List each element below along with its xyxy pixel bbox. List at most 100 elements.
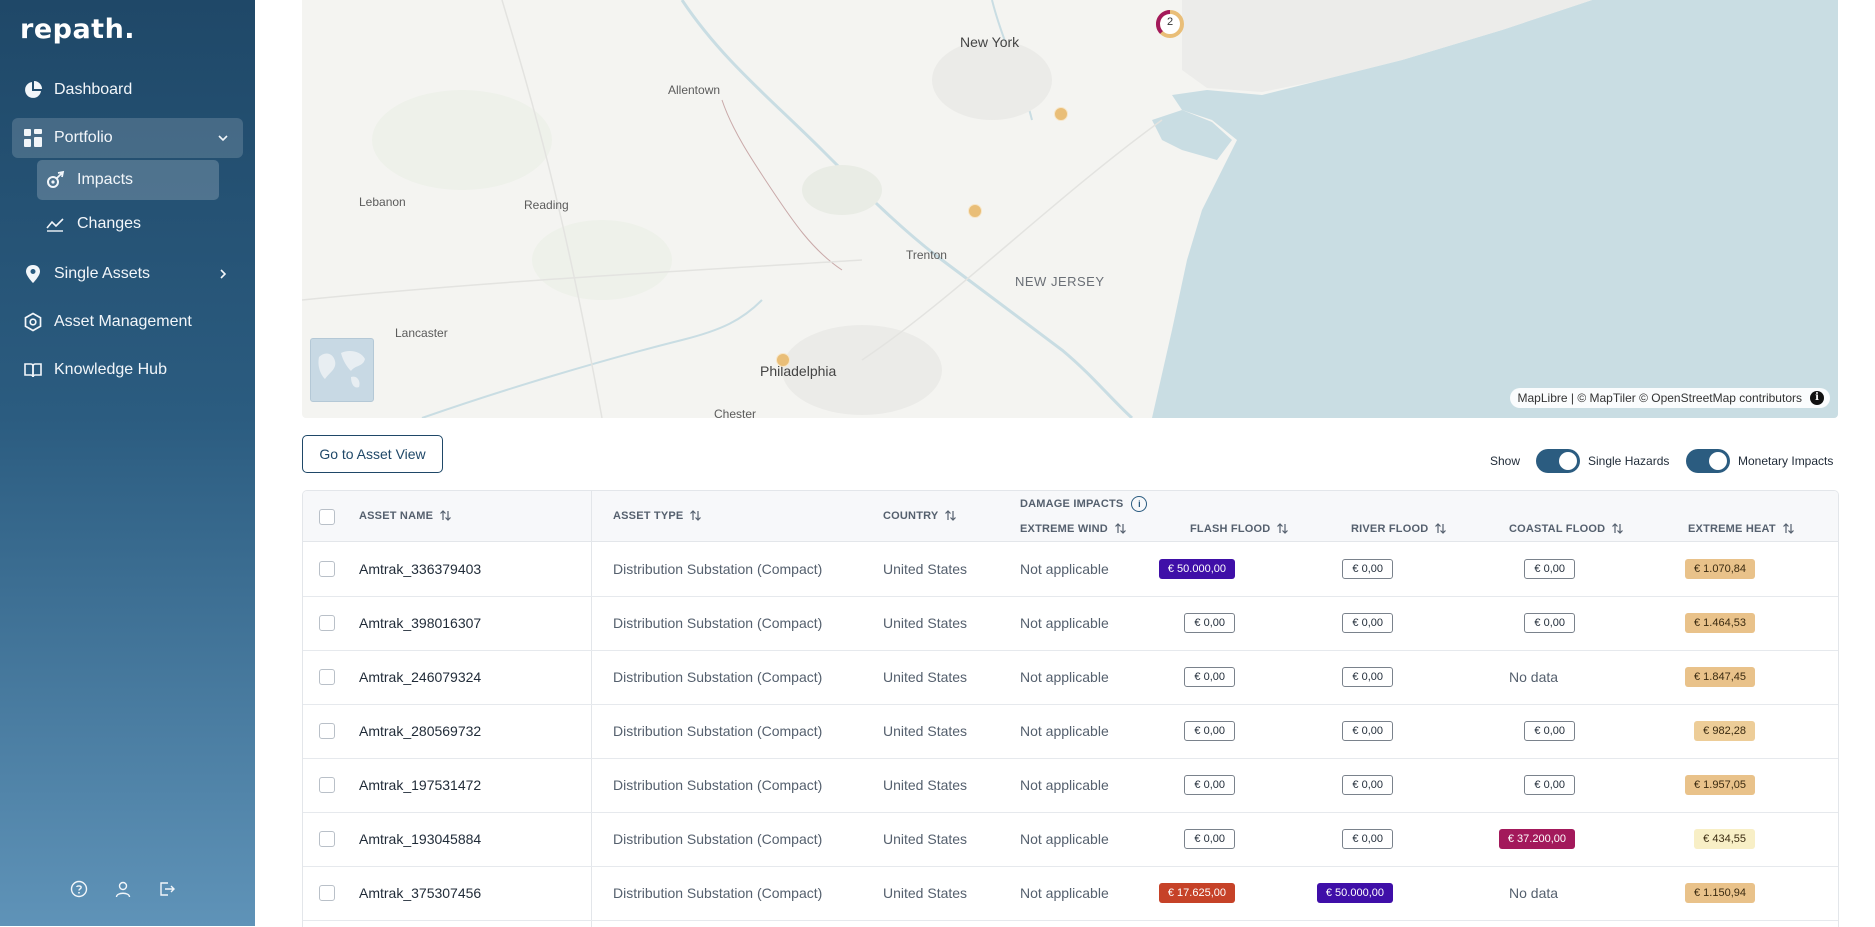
location-pin-icon xyxy=(22,263,44,285)
table-row[interactable]: Amtrak_280569732 Distribution Substation … xyxy=(303,704,1838,759)
sidebar-item-label: Single Assets xyxy=(54,265,151,282)
sidebar-item-label: Dashboard xyxy=(54,81,133,98)
info-icon[interactable]: i xyxy=(1810,391,1824,405)
asset-name-cell[interactable]: Amtrak_246079324 xyxy=(359,650,481,704)
sort-icon[interactable] xyxy=(1611,522,1624,535)
logout-icon[interactable] xyxy=(158,880,176,898)
coastal-value-badge: € 0,00 xyxy=(1524,721,1575,741)
country-cell: United States xyxy=(883,723,968,739)
book-icon xyxy=(22,359,44,381)
column-group-damage-impacts: DAMAGE IMPACTS i xyxy=(1020,496,1148,512)
coastal-value-badge: € 37.200,00 xyxy=(1498,829,1575,849)
table-row[interactable]: Amtrak_193045884 Distribution Substation … xyxy=(303,812,1838,867)
flash-value-badge: € 0,00 xyxy=(1184,667,1235,687)
monetary-impacts-toggle[interactable] xyxy=(1686,449,1730,473)
river-value-badge: € 0,00 xyxy=(1342,559,1393,579)
repath-logo[interactable]: repath. xyxy=(20,14,135,45)
sidebar-item-portfolio[interactable]: Portfolio xyxy=(12,118,243,158)
asset-type-cell: Distribution Substation (Compact) xyxy=(613,561,823,577)
row-checkbox[interactable] xyxy=(319,831,335,847)
extreme-wind-cell: Not applicable xyxy=(1020,885,1109,901)
sort-icon[interactable] xyxy=(1434,522,1447,535)
user-icon[interactable] xyxy=(114,880,132,898)
row-checkbox[interactable] xyxy=(319,885,335,901)
asset-name-cell[interactable]: Amtrak_197531472 xyxy=(359,758,481,812)
column-header-country[interactable]: COUNTRY xyxy=(883,509,957,522)
table-row[interactable]: Amtrak_336379403 Distribution Substation … xyxy=(303,542,1838,597)
extreme-wind-cell: Not applicable xyxy=(1020,615,1109,631)
sidebar: repath. Dashboard Portfolio Impacts Chan… xyxy=(0,0,255,926)
asset-name-cell[interactable]: Amtrak_398016307 xyxy=(359,596,481,650)
sort-icon[interactable] xyxy=(439,509,452,522)
map-attribution: MapLibre | © MapTiler © OpenStreetMap co… xyxy=(1509,388,1830,408)
table-row[interactable]: Amtrak_197531472 Distribution Substation … xyxy=(303,758,1838,813)
sort-icon[interactable] xyxy=(1276,522,1289,535)
asset-name-cell[interactable]: Amtrak_193045884 xyxy=(359,812,481,866)
sidebar-item-changes[interactable]: Changes xyxy=(37,204,219,244)
table-row[interactable]: Amtrak_375307456 Distribution Substation … xyxy=(303,866,1838,921)
heat-value-badge: € 1.464,53 xyxy=(1685,613,1755,633)
asset-name-cell[interactable]: Amtrak_336379403 xyxy=(359,542,481,596)
sidebar-item-dashboard[interactable]: Dashboard xyxy=(12,70,243,110)
help-icon[interactable] xyxy=(70,880,88,898)
map-label-trenton: Trenton xyxy=(906,248,947,262)
table-row[interactable]: Amtrak_398016307 Distribution Substation … xyxy=(303,596,1838,651)
row-checkbox[interactable] xyxy=(319,615,335,631)
column-header-flash-flood[interactable]: FLASH FLOOD xyxy=(1190,522,1289,535)
column-header-asset-name[interactable]: ASSET NAME xyxy=(359,509,452,522)
river-value-badge: € 50.000,00 xyxy=(1316,883,1393,903)
sort-icon[interactable] xyxy=(944,509,957,522)
sort-icon[interactable] xyxy=(1782,522,1795,535)
portfolio-map[interactable]: New York Allentown Lebanon Reading Trent… xyxy=(302,0,1838,418)
asset-name-cell[interactable]: Amtrak_280569732 xyxy=(359,704,481,758)
map-label-lancaster: Lancaster xyxy=(395,326,448,340)
column-header-extreme-heat[interactable]: EXTREME HEAT xyxy=(1688,522,1795,535)
extreme-wind-cell: Not applicable xyxy=(1020,831,1109,847)
select-all-checkbox[interactable] xyxy=(319,509,335,525)
asset-name-cell[interactable]: Amtrak_375307456 xyxy=(359,866,481,920)
chevron-right-icon[interactable] xyxy=(215,266,231,282)
heat-value-badge: € 982,28 xyxy=(1694,721,1755,741)
info-icon[interactable]: i xyxy=(1131,496,1148,512)
river-value-badge: € 0,00 xyxy=(1342,667,1393,687)
sidebar-item-knowledge-hub[interactable]: Knowledge Hub xyxy=(12,350,243,390)
minimap-toggle[interactable] xyxy=(310,338,374,402)
country-cell: United States xyxy=(883,885,968,901)
column-header-coastal-flood[interactable]: COASTAL FLOOD xyxy=(1509,522,1624,535)
column-header-river-flood[interactable]: RIVER FLOOD xyxy=(1351,522,1447,535)
sidebar-item-single-assets[interactable]: Single Assets xyxy=(12,254,243,294)
column-header-label: COASTAL FLOOD xyxy=(1509,522,1606,535)
table-row[interactable]: Amtrak_246079324 Distribution Substation … xyxy=(303,650,1838,705)
asset-type-cell: Distribution Substation (Compact) xyxy=(613,777,823,793)
column-header-asset-type[interactable]: ASSET TYPE xyxy=(613,509,702,522)
chevron-down-icon[interactable] xyxy=(215,130,231,146)
column-header-label: RIVER FLOOD xyxy=(1351,522,1429,535)
column-header-label: FLASH FLOOD xyxy=(1190,522,1271,535)
asset-type-cell: Distribution Substation (Compact) xyxy=(613,885,823,901)
sidebar-item-asset-management[interactable]: Asset Management xyxy=(12,302,243,342)
row-checkbox[interactable] xyxy=(319,723,335,739)
sidebar-item-impacts[interactable]: Impacts xyxy=(37,160,219,200)
cluster-marker[interactable]: 2 xyxy=(1155,9,1185,39)
heat-value-badge: € 1.150,94 xyxy=(1685,883,1755,903)
extreme-wind-cell: Not applicable xyxy=(1020,777,1109,793)
monetary-impacts-label: Monetary Impacts xyxy=(1738,454,1834,468)
sidebar-item-label: Knowledge Hub xyxy=(54,361,167,378)
coastal-value-badge: € 0,00 xyxy=(1524,613,1575,633)
asset-marker[interactable] xyxy=(968,204,982,218)
asset-marker[interactable] xyxy=(1054,107,1068,121)
cluster-count: 2 xyxy=(1166,16,1174,28)
sort-icon[interactable] xyxy=(689,509,702,522)
flash-value-badge: € 0,00 xyxy=(1184,721,1235,741)
row-checkbox[interactable] xyxy=(319,777,335,793)
go-to-asset-view-button[interactable]: Go to Asset View xyxy=(302,435,443,473)
sort-icon[interactable] xyxy=(1114,522,1127,535)
single-hazards-toggle[interactable] xyxy=(1536,449,1580,473)
flash-value-badge: € 17.625,00 xyxy=(1158,883,1235,903)
column-header-extreme-wind[interactable]: EXTREME WIND xyxy=(1020,522,1127,535)
country-cell: United States xyxy=(883,777,968,793)
row-checkbox[interactable] xyxy=(319,561,335,577)
row-checkbox[interactable] xyxy=(319,669,335,685)
asset-marker[interactable] xyxy=(776,353,790,367)
flash-value-badge: € 0,00 xyxy=(1184,775,1235,795)
